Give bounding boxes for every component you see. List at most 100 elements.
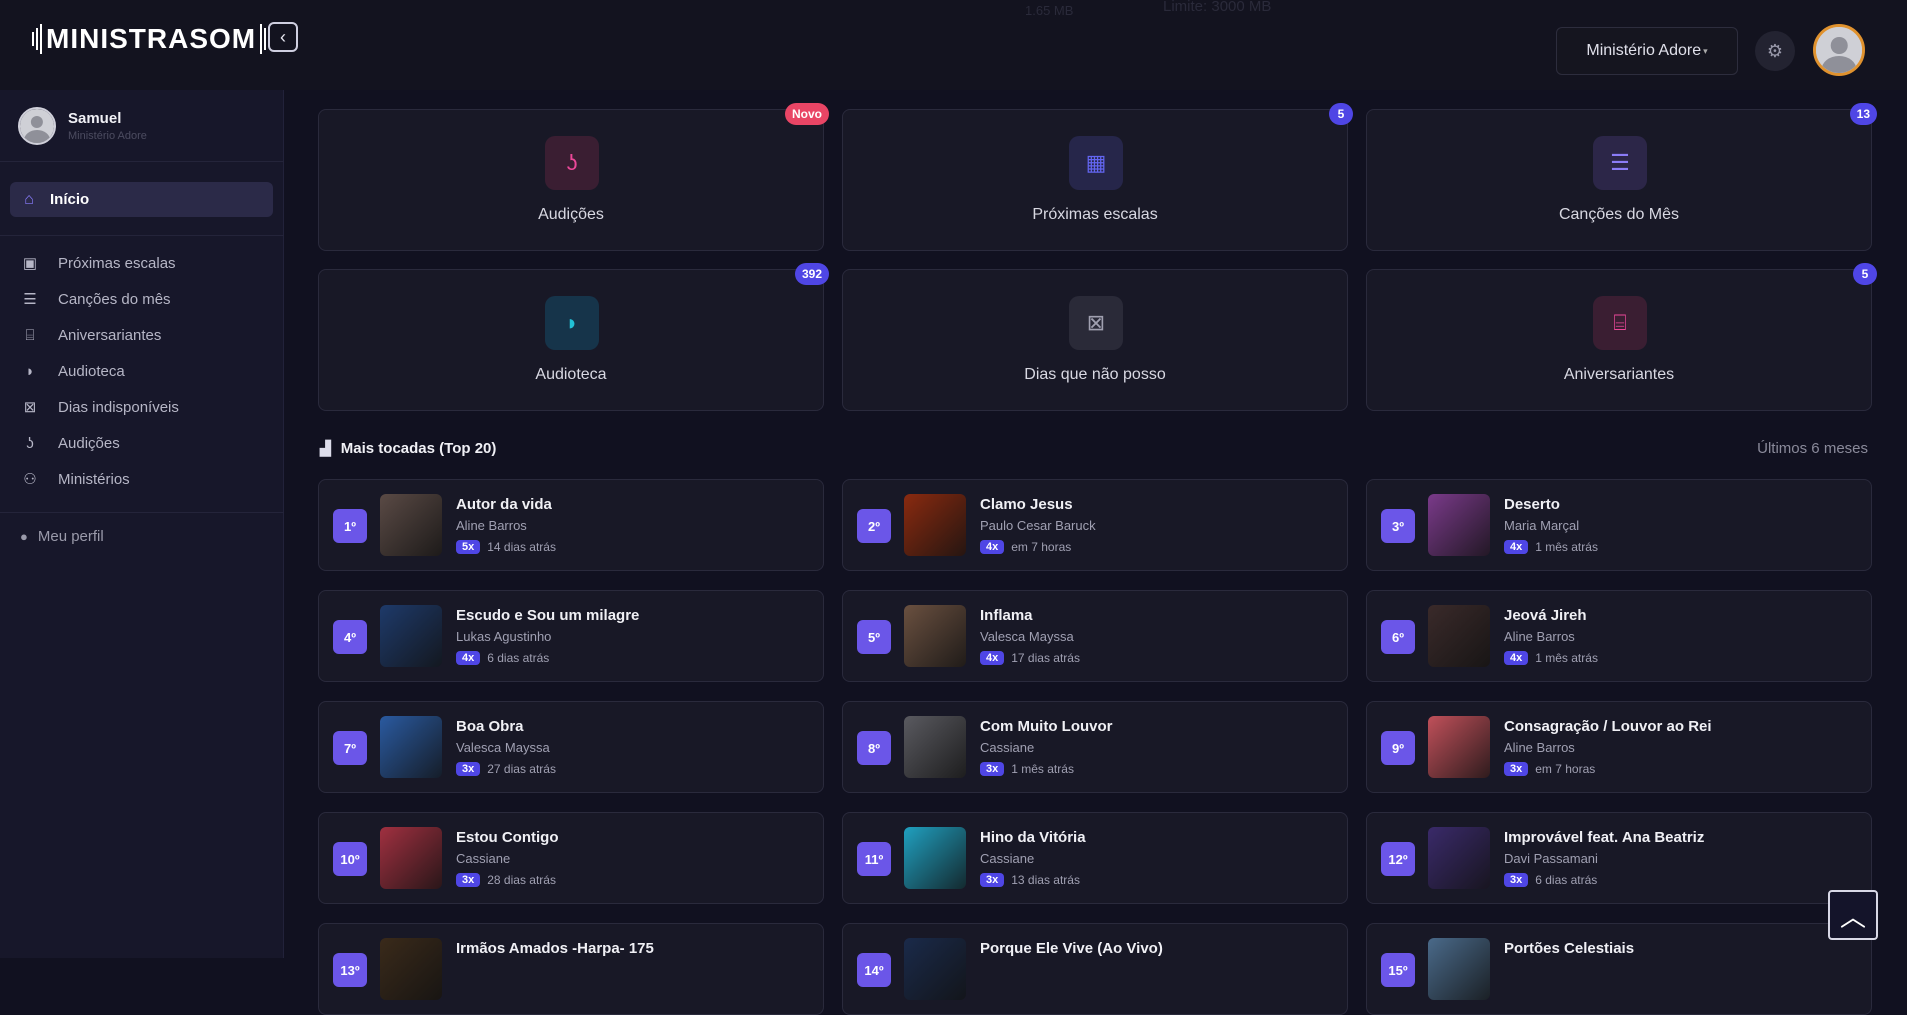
song-card[interactable]: 15º Portões Celestiais: [1366, 923, 1872, 1015]
calendar-x-icon: ⊠: [23, 399, 37, 416]
rank-badge: 14º: [857, 953, 891, 987]
user-avatar-button[interactable]: [1813, 24, 1865, 76]
song-artist: Valesca Mayssa: [980, 629, 1074, 644]
ghost-limit: Limite: 3000 MB: [1163, 0, 1272, 15]
calendar-x-icon: ⊠: [1069, 296, 1123, 350]
rank-badge: 1º: [333, 509, 367, 543]
users-icon: ⚇: [23, 471, 37, 488]
card-label: Audioteca: [535, 366, 607, 383]
scroll-top-button[interactable]: ︿: [1828, 890, 1878, 940]
song-artist: Aline Barros: [456, 518, 527, 533]
song-card[interactable]: 10º Estou Contigo Cassiane 3x 28 dias atrás: [318, 812, 824, 904]
song-title: Com Muito Louvor: [980, 718, 1113, 735]
song-meta: 3x 27 dias atrás: [456, 762, 556, 776]
card-audicoes[interactable]: Novo ʖ Audições: [318, 103, 829, 251]
song-card[interactable]: 8º Com Muito Louvor Cassiane 3x 1 mês atrás: [842, 701, 1348, 793]
song-card[interactable]: 6º Jeová Jireh Aline Barros 4x 1 mês atrás: [1366, 590, 1872, 682]
sidebar-item-audioteca[interactable]: ◗ Audioteca: [20, 356, 124, 386]
play-count-badge: 4x: [456, 651, 481, 665]
chevron-up-icon: ︿: [1839, 901, 1866, 932]
song-title: Consagração / Louvor ao Rei: [1504, 718, 1712, 735]
song-thumbnail: [1428, 716, 1490, 778]
rank-badge: 8º: [857, 731, 891, 765]
sidebar-item-audicoes[interactable]: ʖ Audições: [20, 428, 119, 458]
song-artist: Paulo Cesar Baruck: [980, 518, 1096, 533]
song-title: Portões Celestiais: [1504, 940, 1635, 957]
song-thumbnail: [904, 938, 966, 1000]
song-card[interactable]: 3º Deserto Maria Marçal 4x 1 mês atrás: [1366, 479, 1872, 571]
theme-toggle-button[interactable]: ⚙: [1755, 31, 1795, 71]
card-audioteca[interactable]: 392 ◗ Audioteca: [318, 263, 829, 411]
rank-badge: 10º: [333, 842, 367, 876]
rank-badge: 2º: [857, 509, 891, 543]
song-artist: Cassiane: [456, 851, 511, 866]
song-title: Improvável feat. Ana Beatriz: [1504, 829, 1705, 846]
song-title: Hino da Vitória: [980, 829, 1086, 846]
rank-badge: 7º: [333, 731, 367, 765]
last-played: 6 dias atrás: [1535, 873, 1598, 887]
sidebar-item-dias-indisponiveis[interactable]: ⊠ Dias indisponíveis: [20, 392, 179, 422]
song-title: Deserto: [1504, 496, 1560, 513]
play-count-badge: 3x: [980, 873, 1005, 887]
card-dias-que-nao-posso[interactable]: ⊠ Dias que não posso: [842, 269, 1348, 411]
song-artist: Davi Passamani: [1504, 851, 1598, 866]
sidebar-item-ministerios[interactable]: ⚇ Ministérios: [20, 464, 129, 494]
play-count-badge: 4x: [980, 651, 1005, 665]
ministry-select-value: Ministério Adore: [1586, 42, 1702, 59]
card-label: Dias que não posso: [1024, 366, 1166, 383]
new-badge: Novo: [785, 103, 829, 125]
song-artist: Cassiane: [980, 740, 1035, 755]
song-card[interactable]: 7º Boa Obra Valesca Mayssa 3x 27 dias atrás: [318, 701, 824, 793]
card-label: Próximas escalas: [1032, 206, 1158, 223]
card-cancoes-do-mes[interactable]: 13 ☰ Canções do Mês: [1366, 103, 1877, 251]
play-count-badge: 3x: [1504, 762, 1529, 776]
song-card[interactable]: 1º Autor da vida Aline Barros 5x 14 dias atr…: [318, 479, 824, 571]
home-icon: ⌂: [24, 190, 34, 208]
last-played: 1 mês atrás: [1011, 762, 1074, 776]
ministry-select[interactable]: Ministério Adore ▾: [1556, 27, 1738, 75]
podium-icon: ▟: [320, 440, 331, 456]
song-card[interactable]: 5º Inflama Valesca Mayssa 4x 17 dias atrás: [842, 590, 1348, 682]
ear-icon: ʖ: [26, 434, 34, 452]
book-reader-icon: ◗: [545, 296, 599, 350]
cake-icon: ⌸: [1593, 296, 1647, 350]
sidebar-item-meu-perfil[interactable]: ● Meu perfil: [20, 528, 104, 545]
play-count-badge: 4x: [980, 540, 1005, 554]
song-meta: 4x 1 mês atrás: [1504, 540, 1598, 554]
song-card[interactable]: 12º Improvável feat. Ana Beatriz Davi Pass…: [1366, 812, 1872, 904]
song-thumbnail: [380, 605, 442, 667]
collapse-sidebar-button[interactable]: ‹: [268, 22, 298, 52]
card-aniversariantes[interactable]: 5 ⌸ Aniversariantes: [1366, 263, 1877, 411]
song-card[interactable]: 2º Clamo Jesus Paulo Cesar Baruck 4x em 7 ho…: [842, 479, 1348, 571]
song-title: Boa Obra: [456, 718, 524, 735]
logo-text: MINISTRASOM: [46, 23, 257, 54]
song-card[interactable]: 9º Consagração / Louvor ao Rei Aline Barro…: [1366, 701, 1872, 793]
card-proximas-escalas[interactable]: 5 ▦ Próximas escalas: [842, 103, 1353, 251]
rank-badge: 15º: [1381, 953, 1415, 987]
sidebar-item-home[interactable]: ⌂ Início: [10, 182, 273, 217]
song-meta: 3x 6 dias atrás: [1504, 873, 1597, 887]
song-card[interactable]: 14º Porque Ele Vive (Ao Vivo): [842, 923, 1348, 1015]
sidebar-divider: [0, 235, 284, 236]
list-check-icon: ☰: [1593, 136, 1647, 190]
song-card[interactable]: 4º Escudo e Sou um milagre Lukas Agustinho…: [318, 590, 824, 682]
song-artist: Valesca Mayssa: [456, 740, 550, 755]
sidebar-item-aniversariantes[interactable]: ⌸ Aniversariantes: [20, 320, 161, 350]
count-badge: 13: [1849, 103, 1877, 125]
song-card[interactable]: 11º Hino da Vitória Cassiane 3x 13 dias atrá…: [842, 812, 1348, 904]
song-meta: 3x em 7 horas: [1504, 762, 1595, 776]
song-artist: Aline Barros: [1504, 629, 1575, 644]
song-thumbnail: [380, 716, 442, 778]
avatar-icon: [1816, 27, 1862, 73]
sidebar-user-ministry: Ministério Adore: [68, 129, 147, 142]
sidebar-item-cancoes-do-mes[interactable]: ☰ Canções do mês: [20, 284, 170, 314]
song-artist: Cassiane: [980, 851, 1035, 866]
song-card[interactable]: 13º Irmãos Amados -Harpa- 175: [318, 923, 824, 1015]
cake-icon: ⌸: [25, 326, 35, 344]
song-artist: Lukas Agustinho: [456, 629, 552, 644]
play-count-badge: 4x: [1504, 540, 1529, 554]
app-logo[interactable]: MINISTRASOM: [28, 22, 274, 56]
sidebar-item-proximas-escalas[interactable]: ▣ Próximas escalas: [20, 248, 176, 278]
caret-down-icon: ▾: [1703, 45, 1708, 56]
top-bar: 1.65 MB Limite: 3000 MB MINISTRASOM ‹ Mi…: [0, 0, 1907, 90]
